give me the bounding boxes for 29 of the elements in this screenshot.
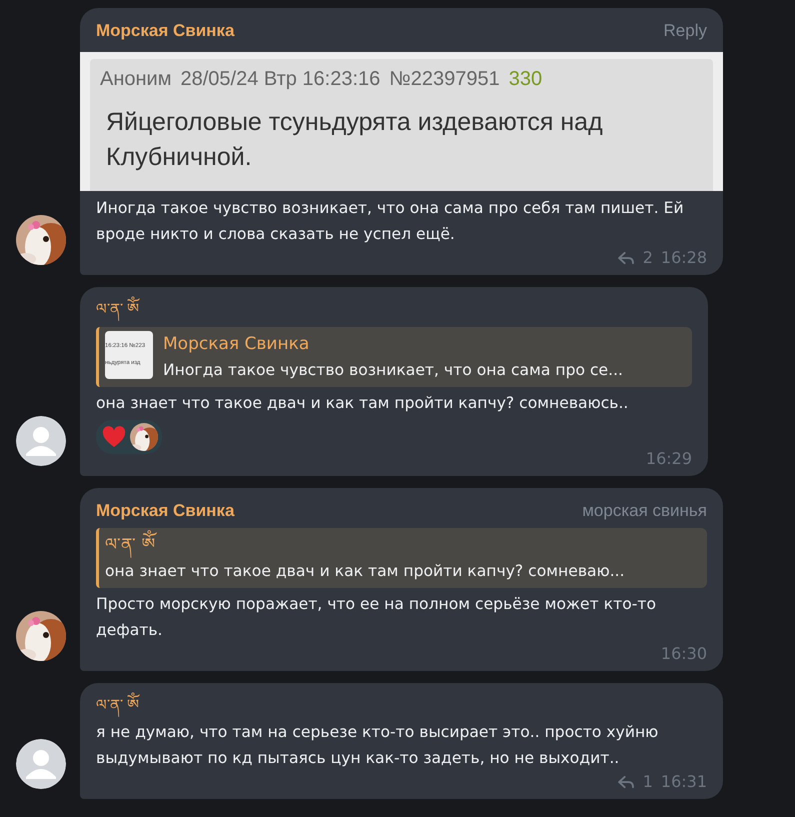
message-text: Просто морскую поражает, что ее на полном серьёзе может кто-то дефать. <box>96 594 657 641</box>
post-number: №22397951 <box>389 67 500 92</box>
reactions-pill[interactable] <box>96 420 162 454</box>
author-name[interactable]: Морская Свинка <box>96 18 234 44</box>
reply-link[interactable]: Reply <box>664 18 707 44</box>
post-text: Яйцеголовые тсуньдурята издеваются над Клубничной. <box>106 107 604 173</box>
post-count: 330 <box>508 67 542 92</box>
reply-icon <box>618 252 635 264</box>
author-title: морская свинья <box>582 500 707 522</box>
author-name[interactable]: Морская Свинка <box>96 498 234 524</box>
message-text: она знает что такое двач и как там пройти капчу? сомневаюсь.. <box>96 393 630 414</box>
message-text: я не думаю, что там на серьезе кто-то высирает это.. просто хуйню выдумывают по кд пытаясь цун как-то задеть, но не выходит.. <box>96 722 660 769</box>
message-time: 16:28 <box>660 247 707 269</box>
quote-text: она знает что такое двач и как там пройти капчу? сомневаю... <box>105 561 625 582</box>
user-placeholder-icon <box>16 739 66 789</box>
message-time: 16:30 <box>660 643 707 665</box>
reply-icon <box>618 776 635 788</box>
quote-author: Морская Свинка <box>163 333 310 356</box>
author-name[interactable]: ལ་ན་ ༀ <box>96 297 140 323</box>
author-name[interactable]: ལ་ན་ ༀ <box>96 693 140 719</box>
post-date: 28/05/24 Втр 16:23:16 <box>180 67 380 92</box>
quote-text: Иногда такое чувство возникает, что она сама про се... <box>163 360 624 381</box>
quote-author: ལ་ན་ ༀ <box>105 532 625 558</box>
message-time: 16:29 <box>646 448 692 470</box>
message-time: 16:31 <box>660 771 707 793</box>
reply-quote[interactable]: ལ་ན་ ༀ она знает что такое двач и как там пройти капчу? сомневаю... <box>96 528 707 588</box>
message-text: Иногда такое чувство возникает, что она сама про себя там пишет. Ей вроде никто и слова сказать не успел ещё. <box>96 198 685 245</box>
user-placeholder-icon <box>16 416 66 466</box>
poster-name: Аноним <box>100 67 172 92</box>
